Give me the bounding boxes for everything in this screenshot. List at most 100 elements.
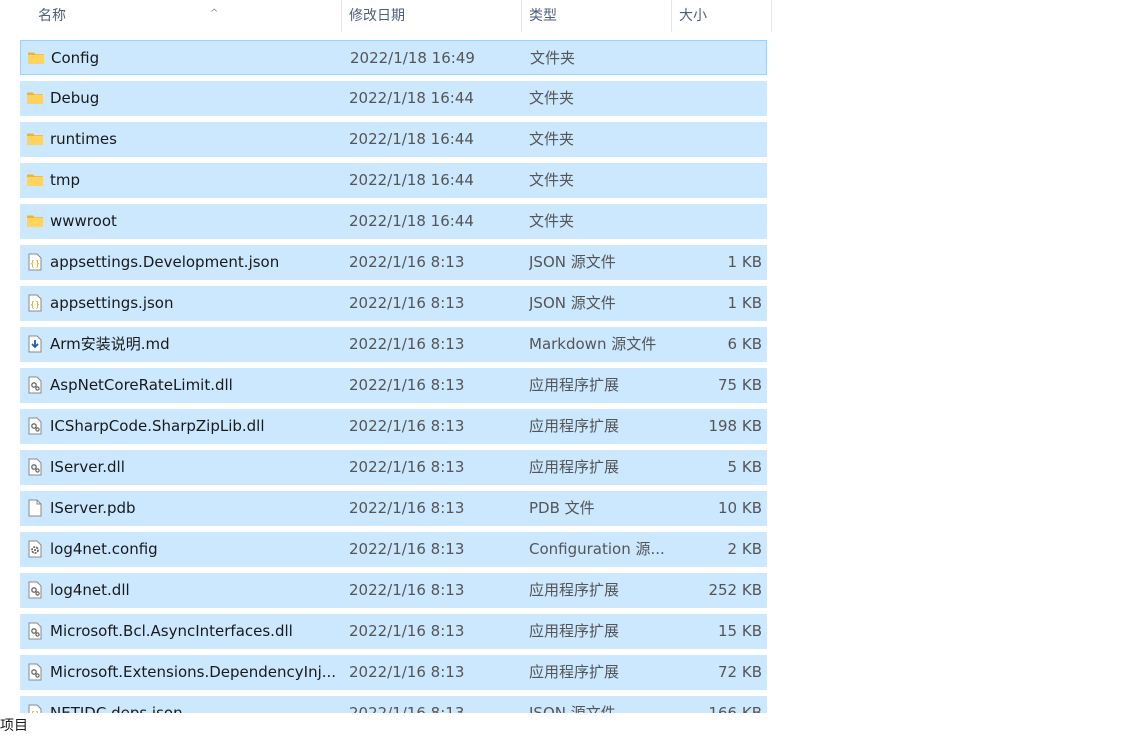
- blank-file-icon: [26, 499, 44, 517]
- file-size: [670, 81, 762, 116]
- file-date: 2022/1/16 8:13: [349, 253, 465, 271]
- column-header-type-label: 类型: [529, 8, 557, 24]
- folder-icon: [26, 89, 44, 107]
- file-type: 应用程序扩展: [529, 376, 620, 394]
- file-type: 应用程序扩展: [529, 417, 620, 435]
- file-type: JSON 源文件: [529, 253, 616, 271]
- file-date: 2022/1/16 8:13: [349, 499, 465, 517]
- svg-text:{}: {}: [30, 259, 40, 268]
- file-size: 15 KB: [718, 622, 762, 640]
- file-size: 5 KB: [727, 458, 762, 476]
- folder-icon: [26, 130, 44, 148]
- file-row[interactable]: {} NETJDC.deps.json 2022/1/16 8:13 JSON 源文件…: [20, 696, 767, 713]
- column-header: 名称 ^ 修改日期 类型 大小: [0, 0, 772, 32]
- column-header-name-label: 名称: [38, 8, 66, 24]
- file-size: 1 KB: [727, 294, 762, 312]
- folder-icon: [27, 49, 45, 67]
- file-date: 2022/1/16 8:13: [349, 704, 465, 713]
- file-date: 2022/1/18 16:44: [349, 212, 474, 230]
- file-name: appsettings.Development.json: [50, 253, 280, 271]
- column-header-name[interactable]: 名称 ^: [30, 0, 342, 32]
- file-size: 75 KB: [718, 376, 762, 394]
- file-row[interactable]: ICSharpCode.SharpZipLib.dll 2022/1/16 8:1…: [20, 409, 767, 444]
- dll-file-icon: [26, 417, 44, 435]
- file-date: 2022/1/16 8:13: [349, 663, 465, 681]
- file-type: 应用程序扩展: [529, 622, 620, 640]
- file-row[interactable]: AspNetCoreRateLimit.dll 2022/1/16 8:13 应用程…: [20, 368, 767, 403]
- file-row[interactable]: Microsoft.Bcl.AsyncInterfaces.dll 2022/1/…: [20, 614, 767, 649]
- file-size: 2 KB: [727, 540, 762, 558]
- file-type: Markdown 源文件: [529, 335, 657, 353]
- file-size: [670, 163, 762, 198]
- file-row[interactable]: runtimes 2022/1/18 16:44 文件夹: [20, 122, 767, 157]
- svg-text:{}: {}: [30, 300, 40, 309]
- file-date: 2022/1/16 8:13: [349, 294, 465, 312]
- file-date: 2022/1/16 8:13: [349, 581, 465, 599]
- file-type: 应用程序扩展: [529, 458, 620, 476]
- file-row[interactable]: tmp 2022/1/18 16:44 文件夹: [20, 163, 767, 198]
- file-row[interactable]: IServer.dll 2022/1/16 8:13 应用程序扩展 5 KB: [20, 450, 767, 485]
- file-name: IServer.pdb: [50, 499, 136, 517]
- file-size: [670, 122, 762, 157]
- file-type: PDB 文件: [529, 499, 595, 517]
- file-row[interactable]: log4net.config 2022/1/16 8:13 Configuratio…: [20, 532, 767, 567]
- file-date: 2022/1/16 8:13: [349, 376, 465, 394]
- file-size: 252 KB: [708, 581, 762, 599]
- file-size: 198 KB: [708, 417, 762, 435]
- dll-file-icon: [26, 376, 44, 394]
- file-row[interactable]: {} appsettings.json 2022/1/16 8:13 JSON 源文件…: [20, 286, 767, 321]
- file-size: 10 KB: [718, 499, 762, 517]
- file-row[interactable]: Debug 2022/1/18 16:44 文件夹: [20, 81, 767, 116]
- file-type: 文件夹: [529, 171, 575, 189]
- dll-file-icon: [26, 663, 44, 681]
- json-file-icon: {}: [26, 704, 44, 713]
- file-name: log4net.config: [50, 540, 158, 558]
- file-name: runtimes: [50, 130, 117, 148]
- file-name: ICSharpCode.SharpZipLib.dll: [50, 417, 265, 435]
- file-row[interactable]: wwwroot 2022/1/18 16:44 文件夹: [20, 204, 767, 239]
- status-bar: 项目: [0, 713, 1147, 736]
- json-file-icon: {}: [26, 253, 44, 271]
- file-type: 文件夹: [530, 49, 576, 67]
- file-row[interactable]: Arm安装说明.md 2022/1/16 8:13 Markdown 源文件 6 KB: [20, 327, 767, 362]
- column-header-size[interactable]: 大小: [671, 0, 772, 32]
- file-size: 72 KB: [718, 663, 762, 681]
- file-size: [670, 204, 762, 239]
- file-type: 文件夹: [529, 89, 575, 107]
- file-row[interactable]: Microsoft.Extensions.DependencyInj... 202…: [20, 655, 767, 690]
- file-row[interactable]: {} appsettings.Development.json 2022/1/16 …: [20, 245, 767, 280]
- config-file-icon: [26, 540, 44, 558]
- file-name: IServer.dll: [50, 458, 125, 476]
- file-date: 2022/1/16 8:13: [349, 417, 465, 435]
- file-type: 应用程序扩展: [529, 663, 620, 681]
- file-name: Microsoft.Bcl.AsyncInterfaces.dll: [50, 622, 293, 640]
- file-type: 应用程序扩展: [529, 581, 620, 599]
- file-date: 2022/1/18 16:44: [349, 130, 474, 148]
- column-header-type[interactable]: 类型: [521, 0, 672, 32]
- file-row[interactable]: Config 2022/1/18 16:49 文件夹: [20, 40, 767, 75]
- file-row[interactable]: log4net.dll 2022/1/16 8:13 应用程序扩展 252 KB: [20, 573, 767, 608]
- column-header-size-label: 大小: [679, 8, 707, 24]
- file-name: AspNetCoreRateLimit.dll: [50, 376, 233, 394]
- column-header-date[interactable]: 修改日期: [341, 0, 522, 32]
- file-name: tmp: [50, 171, 81, 189]
- file-type: Configuration 源...: [529, 540, 665, 558]
- file-name: wwwroot: [50, 212, 117, 230]
- folder-icon: [26, 171, 44, 189]
- column-header-date-label: 修改日期: [349, 8, 405, 24]
- file-type: JSON 源文件: [529, 704, 616, 713]
- file-date: 2022/1/16 8:13: [349, 622, 465, 640]
- file-size: 166 KB: [708, 704, 762, 713]
- file-date: 2022/1/16 8:13: [349, 458, 465, 476]
- status-text: 项目: [0, 718, 28, 734]
- file-date: 2022/1/18 16:49: [350, 49, 475, 67]
- sort-up-icon: ^: [210, 8, 219, 19]
- dll-file-icon: [26, 458, 44, 476]
- file-date: 2022/1/18 16:44: [349, 171, 474, 189]
- file-name: appsettings.json: [50, 294, 174, 312]
- file-name: Microsoft.Extensions.DependencyInj...: [50, 663, 337, 681]
- dll-file-icon: [26, 581, 44, 599]
- file-list[interactable]: Config 2022/1/18 16:49 文件夹 Debug 2022/1/18 1…: [20, 40, 767, 713]
- file-name: log4net.dll: [50, 581, 130, 599]
- file-row[interactable]: IServer.pdb 2022/1/16 8:13 PDB 文件 10 KB: [20, 491, 767, 526]
